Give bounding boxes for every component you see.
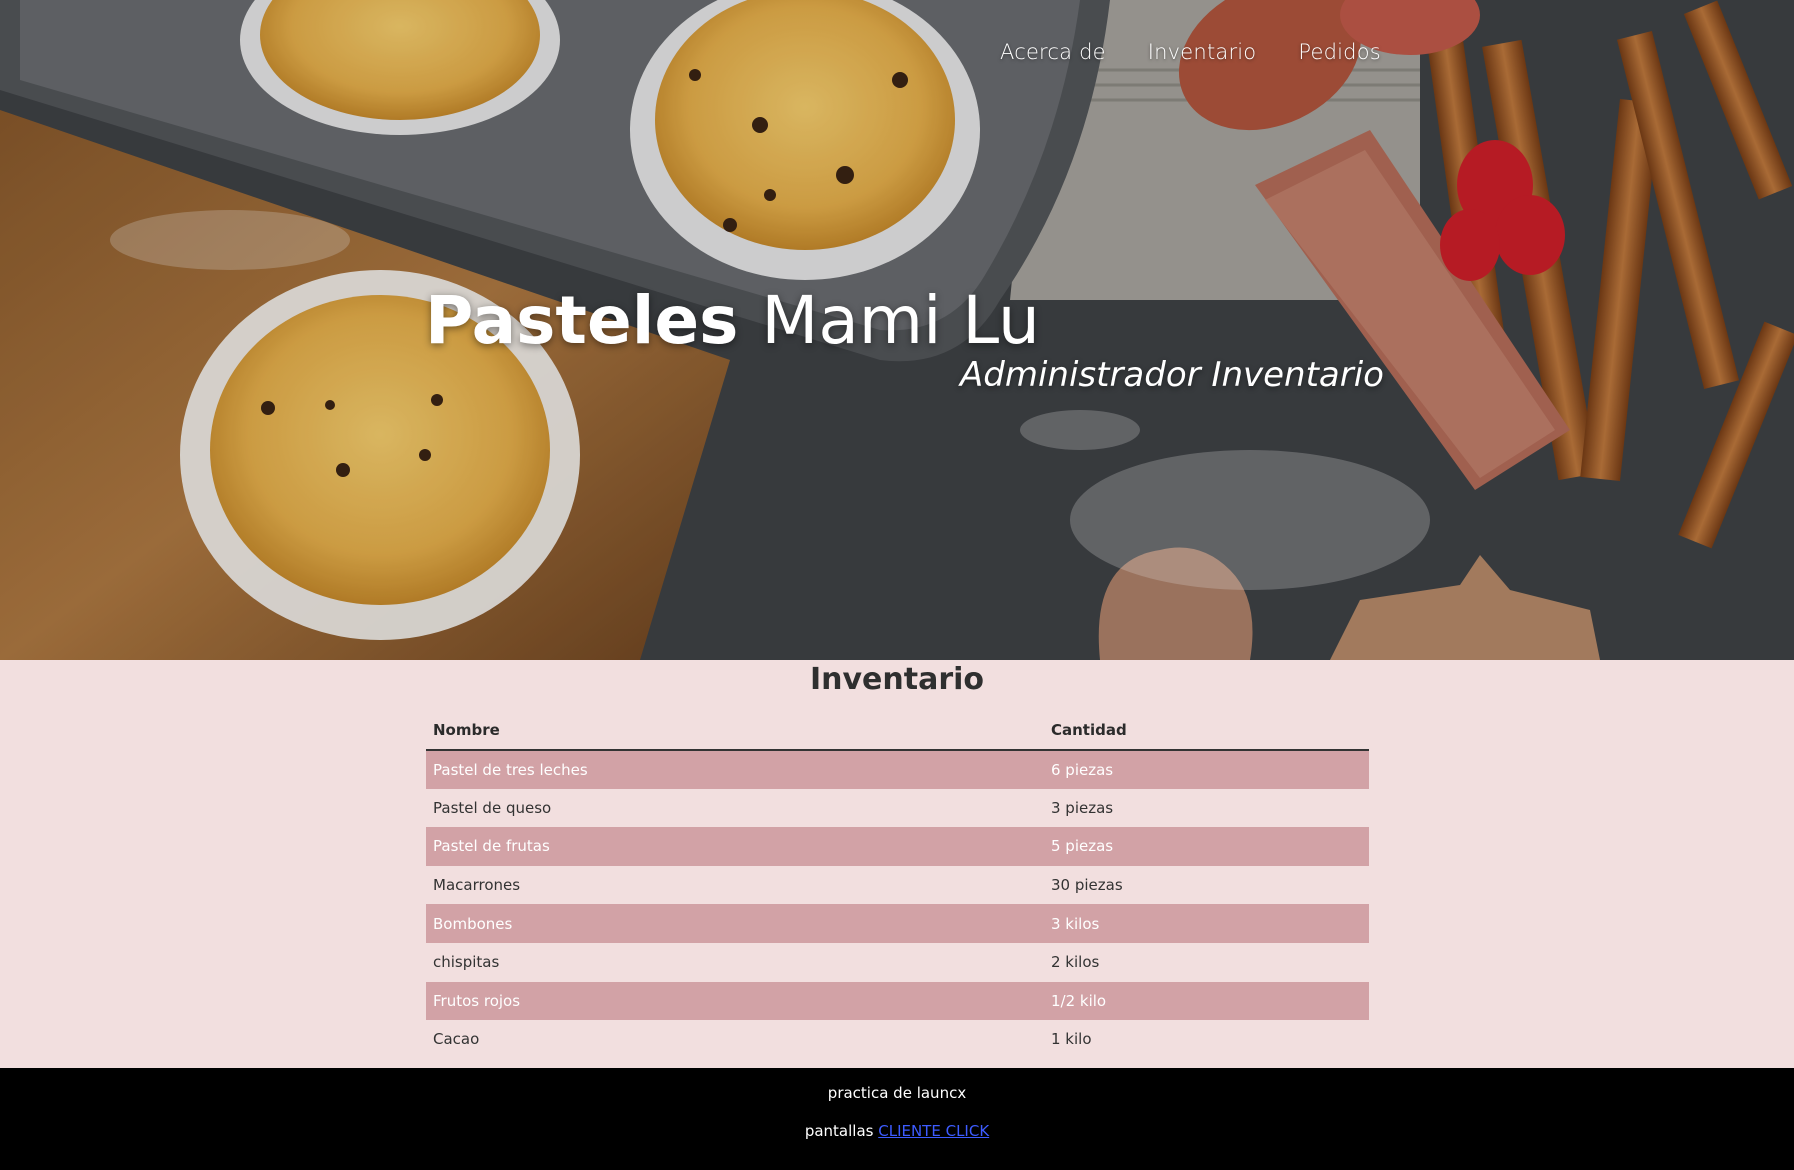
cell-cantidad: 3 kilos — [1044, 904, 1369, 943]
inventory-table: Nombre Cantidad Pastel de tres leches 6 … — [426, 712, 1369, 1059]
cell-nombre: Cacao — [433, 1030, 480, 1049]
cell-nombre: Pastel de frutas — [426, 827, 1044, 866]
table-row: Pastel de queso 3 piezas — [426, 789, 1369, 828]
footer-credit: practica de launcx — [827, 1084, 967, 1102]
cell-nombre: Bombones — [426, 904, 1044, 943]
table-row: Macarrones 30 piezas — [426, 866, 1369, 905]
hero-banner: Acerca de Inventario Pedidos Pasteles Ma… — [0, 0, 1794, 660]
table-row: Cacao 1 kilo — [426, 1020, 1369, 1059]
site-subtitle: Administrador Inventario — [960, 355, 1384, 395]
top-nav: Acerca de Inventario Pedidos — [1000, 40, 1381, 64]
table-row: Pastel de tres leches 6 piezas — [426, 750, 1369, 789]
table-row: Bombones 3 kilos — [426, 904, 1369, 943]
cell-cantidad: 30 piezas — [1051, 876, 1123, 895]
cell-nombre: Pastel de tres leches — [426, 750, 1044, 789]
cell-cantidad: 2 kilos — [1051, 953, 1100, 972]
site-title-bold: Pasteles — [425, 282, 739, 359]
nav-link-pedidos[interactable]: Pedidos — [1298, 40, 1381, 64]
cell-nombre: Pastel de queso — [433, 798, 552, 817]
inventory-heading: Inventario — [809, 662, 985, 697]
cell-nombre: Frutos rojos — [426, 981, 1044, 1021]
inventory-section: Inventario Nombre Cantidad Pastel de tre… — [0, 660, 1794, 1068]
table-header-row: Nombre Cantidad — [426, 712, 1369, 751]
page-footer: practica de launcx pantallas CLIENTE CLI… — [0, 1068, 1794, 1170]
column-header-nombre: Nombre — [426, 712, 1044, 751]
footer-links-line: pantallas CLIENTE CLICK — [0, 1122, 1794, 1140]
column-header-cantidad: Cantidad — [1044, 712, 1369, 751]
cell-cantidad: 3 piezas — [1051, 798, 1114, 817]
site-title-light: Mami Lu — [761, 282, 1040, 359]
nav-link-acerca-de[interactable]: Acerca de — [1000, 40, 1106, 64]
footer-prefix: pantallas — [804, 1122, 874, 1140]
cell-cantidad: 1 kilo — [1051, 1030, 1092, 1049]
cell-cantidad: 1/2 kilo — [1044, 981, 1369, 1021]
cell-cantidad: 6 piezas — [1044, 750, 1369, 789]
cell-cantidad: 5 piezas — [1044, 827, 1369, 866]
table-row: Pastel de frutas 5 piezas — [426, 827, 1369, 866]
table-row: chispitas 2 kilos — [426, 943, 1369, 982]
cell-nombre: Macarrones — [433, 876, 521, 895]
site-title: Pasteles Mami Lu — [425, 282, 1040, 359]
cell-nombre: chispitas — [433, 953, 500, 972]
nav-link-inventario[interactable]: Inventario — [1148, 40, 1257, 64]
cliente-click-link[interactable]: CLIENTE CLICK — [878, 1122, 989, 1140]
table-row: Frutos rojos 1/2 kilo — [426, 981, 1369, 1021]
